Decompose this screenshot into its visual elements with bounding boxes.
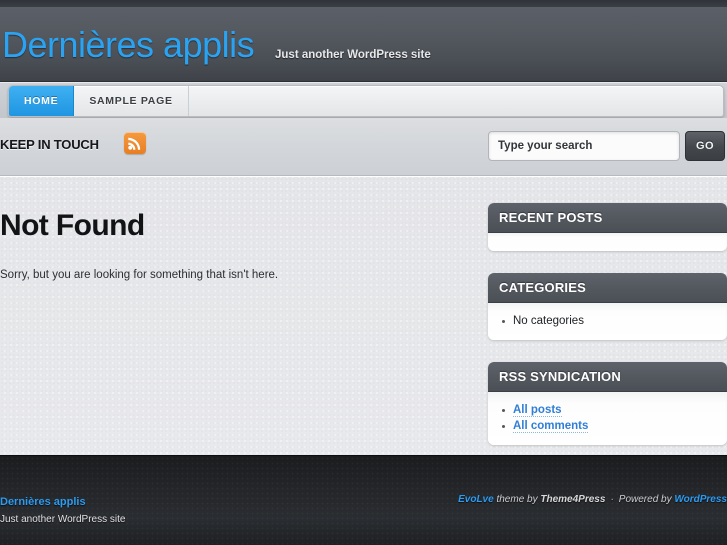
footer-site-title-link[interactable]: Dernières applis [0, 496, 86, 508]
page-title: Not Found [0, 209, 145, 242]
rss-all-posts-link[interactable]: All posts [513, 404, 562, 417]
categories-list: No categories [499, 313, 716, 329]
nav-item-sample-page[interactable]: SAMPLE PAGE [74, 86, 189, 116]
widget-body-rss-syndication: All posts All comments [488, 392, 727, 445]
nav-item-home[interactable]: HOME [9, 86, 75, 116]
sidebar: RECENT POSTS CATEGORIES No categories RS… [488, 203, 727, 467]
site-footer: Dernières applis Just another WordPress … [0, 455, 727, 545]
rss-links-list: All posts All comments [499, 402, 716, 434]
footer-theme-author: Theme4Press [540, 494, 606, 505]
site-description: Just another WordPress site [275, 49, 431, 61]
keep-in-touch-label: KEEP IN TOUCH [0, 137, 99, 152]
widget-rss-syndication: RSS SYNDICATION All posts All comments [488, 362, 727, 445]
widget-title-recent-posts: RECENT POSTS [488, 203, 727, 233]
list-item: No categories [499, 313, 716, 329]
footer-credits: EvoLve theme by Theme4Press · Powered by W… [458, 494, 727, 505]
top-accent-strip [0, 0, 727, 7]
search-input[interactable] [489, 132, 679, 160]
search-go-button[interactable]: GO [685, 131, 725, 161]
nav-bar-background: HOME SAMPLE PAGE [0, 83, 727, 118]
widget-categories: CATEGORIES No categories [488, 273, 727, 340]
list-item: All comments [499, 418, 716, 434]
footer-site-description: Just another WordPress site [0, 514, 126, 525]
widget-title-rss-syndication: RSS SYNDICATION [488, 362, 727, 392]
content-area: Not Found Sorry, but you are looking for… [0, 176, 727, 455]
footer-branding: Dernières applis Just another WordPress … [0, 492, 125, 525]
page-body-text: Sorry, but you are looking for something… [0, 269, 279, 281]
search-input-wrapper[interactable] [488, 131, 680, 161]
footer-credit-separator: · [610, 494, 614, 505]
site-header: Dernières applis Just another WordPress … [0, 7, 727, 82]
header-inner: Dernières applis Just another WordPress … [0, 7, 727, 81]
list-item: All posts [499, 402, 716, 418]
primary-navigation: HOME SAMPLE PAGE [8, 85, 724, 117]
rss-icon[interactable] [124, 132, 146, 154]
widget-recent-posts: RECENT POSTS [488, 203, 727, 251]
rss-all-comments-link[interactable]: All comments [513, 420, 589, 433]
site-title-link[interactable]: Dernières applis [2, 24, 255, 66]
footer-theme-link[interactable]: EvoLve [458, 494, 494, 505]
widget-title-categories: CATEGORIES [488, 273, 727, 303]
footer-theme-by-text: theme by [493, 494, 541, 505]
widget-body-categories: No categories [488, 303, 727, 340]
widget-body-recent-posts [488, 233, 727, 251]
footer-wordpress-link[interactable]: WordPress [674, 494, 727, 505]
footer-powered-by-text: Powered by [618, 494, 675, 505]
